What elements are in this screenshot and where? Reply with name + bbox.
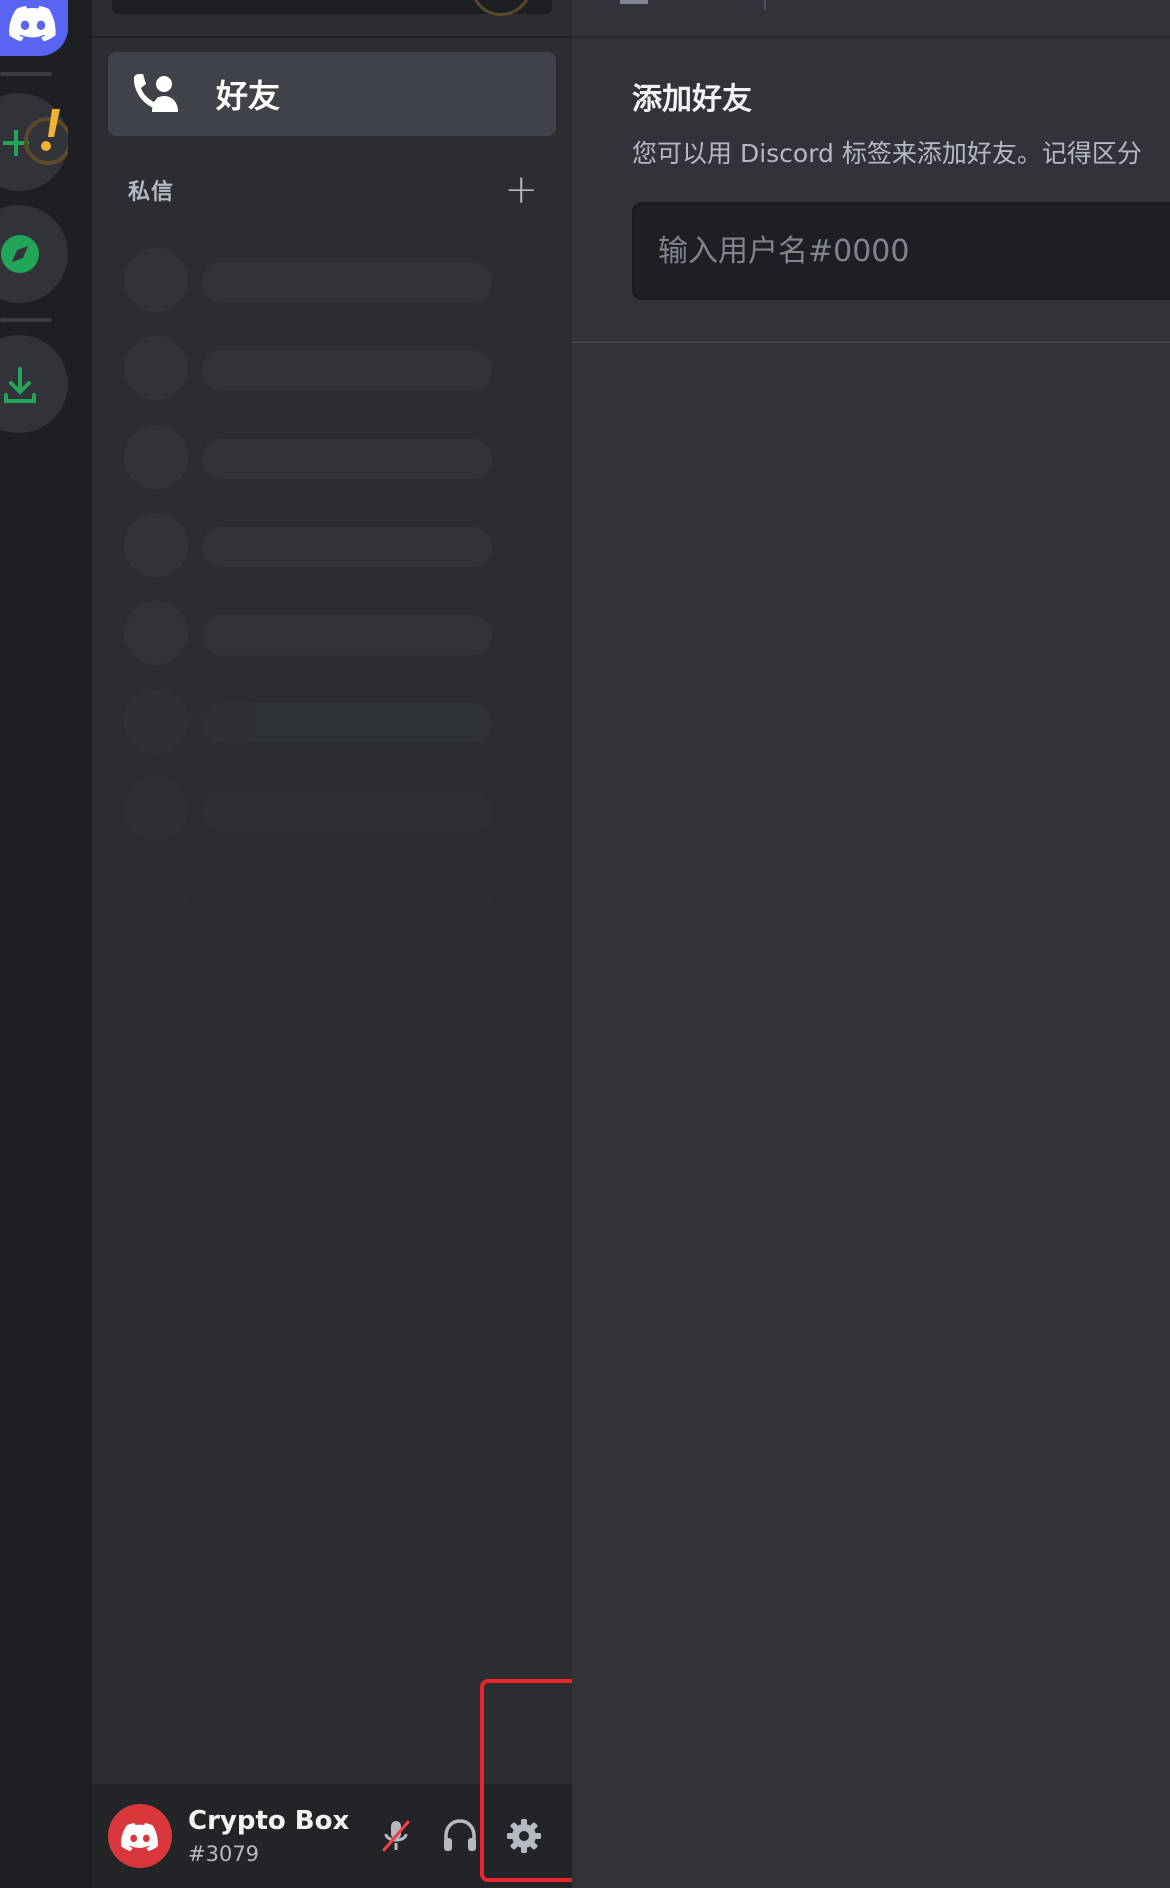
dm-skeleton-row [124,953,504,1017]
download-icon [4,367,36,403]
dm-skeleton-row [124,865,504,929]
dm-skeleton-row [124,248,504,312]
header-divider [572,36,1170,38]
friends-label: 好友 [216,77,281,115]
download-apps-button[interactable] [0,335,68,433]
server-separator [0,318,52,322]
discord-logo-icon [9,6,56,41]
add-server-icon [3,109,68,165]
compass-icon [1,235,39,273]
username[interactable]: Crypto Box [188,1806,349,1836]
header-divider [92,36,572,38]
create-dm-button[interactable]: + [504,170,538,210]
server-rail [0,0,92,1888]
discord-logo-icon [121,1822,158,1851]
server-separator [0,72,52,76]
add-friend-input[interactable] [632,202,1170,300]
dm-skeleton-row [124,336,504,400]
mic-muted-icon [382,1820,410,1852]
main-content: 添加好友 您可以用 Discord 标签来添加好友。记得区分 [572,0,1170,1888]
add-server-button[interactable] [0,93,68,191]
dm-section-title: 私信 [128,180,175,205]
user-tag: #3079 [188,1842,260,1866]
home-button[interactable] [0,0,68,56]
dm-sidebar: 好友 私信 + [92,0,572,1888]
friends-icon [134,74,178,112]
highlight-box [480,1679,582,1882]
headphones-icon [444,1819,476,1851]
dm-skeleton-row [124,777,504,841]
explore-servers-button[interactable] [0,205,68,303]
dm-skeleton-row [124,425,504,489]
header-tab-fragment [620,0,648,4]
page-title: 添加好友 [632,82,752,117]
page-description: 您可以用 Discord 标签来添加好友。记得区分 [632,139,1142,168]
dm-skeleton-row [124,689,504,753]
avatar[interactable] [108,1804,172,1868]
dm-skeleton-row [124,601,504,665]
dm-section-header: 私信 + [128,170,548,210]
deafen-button[interactable] [436,1812,484,1860]
dm-skeleton-row [124,513,504,577]
section-divider [572,341,1170,343]
mute-button[interactable] [372,1812,420,1860]
sidebar-item-friends[interactable]: 好友 [108,52,556,136]
header-tab-divider [764,0,766,10]
